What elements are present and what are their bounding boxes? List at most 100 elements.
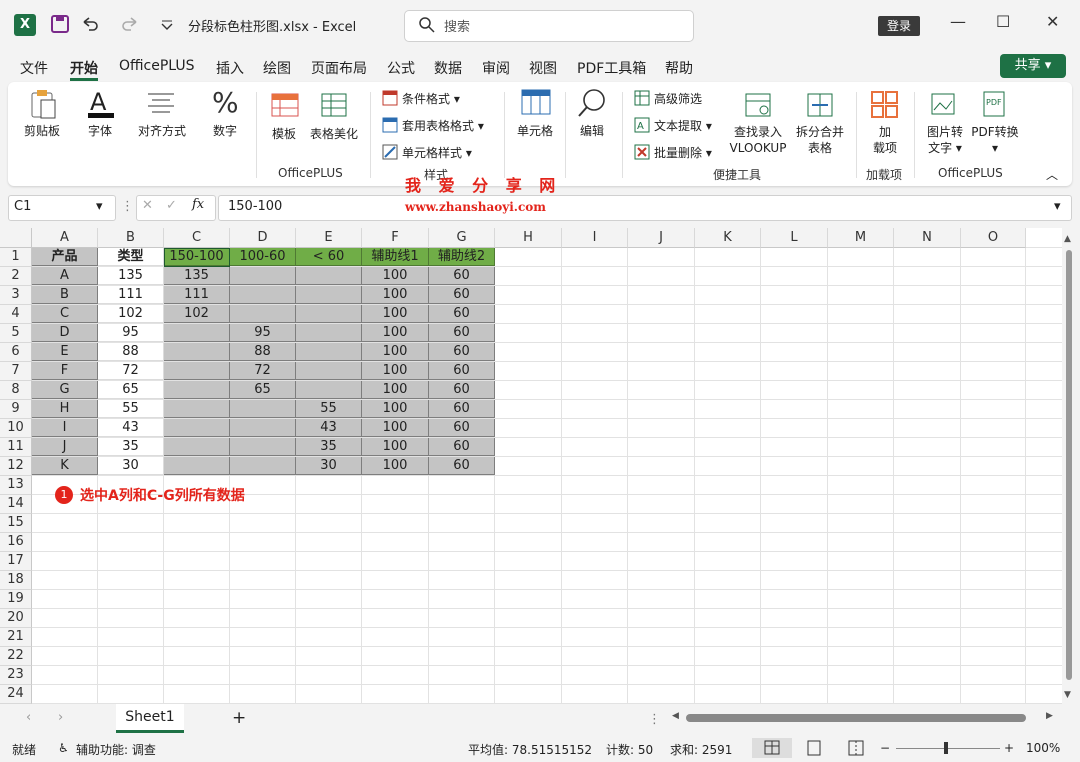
table-cell[interactable]: [230, 267, 296, 285]
chevron-down-icon[interactable]: ▾: [96, 199, 103, 214]
row-header[interactable]: 20: [0, 609, 32, 628]
table-cell[interactable]: 60: [429, 324, 495, 342]
column-header[interactable]: C: [164, 228, 230, 248]
row-header[interactable]: 15: [0, 514, 32, 533]
table-cell[interactable]: [230, 438, 296, 456]
table-cell[interactable]: [230, 457, 296, 475]
table-cell[interactable]: 100: [362, 286, 429, 304]
table-cell[interactable]: [164, 419, 230, 437]
advanced-filter-button[interactable]: 高级筛选: [654, 90, 702, 107]
row-header[interactable]: 24: [0, 685, 32, 704]
menu-page-layout[interactable]: 页面布局: [311, 58, 367, 78]
table-cell[interactable]: 55: [296, 400, 362, 418]
header-cell[interactable]: 产品: [32, 248, 98, 266]
header-cell[interactable]: 100-60: [230, 248, 296, 266]
table-cell[interactable]: 30: [98, 457, 164, 475]
sheet-tab-sheet1[interactable]: Sheet1: [116, 704, 184, 733]
table-cell[interactable]: 60: [429, 343, 495, 361]
column-header[interactable]: E: [296, 228, 362, 248]
zoom-level[interactable]: 100%: [1026, 741, 1060, 755]
column-header[interactable]: I: [562, 228, 628, 248]
table-cell[interactable]: 60: [429, 457, 495, 475]
undo-icon[interactable]: [80, 14, 100, 34]
table-cell[interactable]: J: [32, 438, 98, 456]
menu-help[interactable]: 帮助: [665, 58, 693, 78]
menu-officeplus[interactable]: OfficePLUS: [119, 58, 195, 74]
menu-insert[interactable]: 插入: [216, 58, 244, 78]
next-sheet-icon[interactable]: ›: [58, 710, 63, 725]
minimize-button[interactable]: —: [950, 12, 966, 31]
table-cell[interactable]: 60: [429, 267, 495, 285]
table-cell[interactable]: 43: [98, 419, 164, 437]
redo-icon[interactable]: [120, 14, 140, 34]
login-button[interactable]: 登录: [878, 16, 920, 36]
menu-draw[interactable]: 绘图: [263, 58, 291, 78]
table-cell[interactable]: 100: [362, 381, 429, 399]
table-cell[interactable]: [230, 286, 296, 304]
table-cell[interactable]: 95: [98, 324, 164, 342]
table-cell[interactable]: [230, 400, 296, 418]
row-header[interactable]: 13: [0, 476, 32, 495]
normal-view-icon[interactable]: [752, 738, 792, 758]
page-layout-view-icon[interactable]: [806, 740, 822, 760]
table-cell[interactable]: [230, 305, 296, 323]
table-cell[interactable]: 102: [164, 305, 230, 323]
horizontal-scrollbar[interactable]: [686, 714, 1026, 722]
conditional-format-button[interactable]: 条件格式 ▾: [402, 90, 460, 107]
column-header[interactable]: J: [628, 228, 695, 248]
number-button[interactable]: 数字: [205, 122, 245, 139]
cell-button[interactable]: 单元格: [512, 122, 558, 139]
table-cell[interactable]: 60: [429, 419, 495, 437]
accessibility-status[interactable]: 辅助功能: 调查: [76, 741, 156, 758]
table-cell[interactable]: 60: [429, 438, 495, 456]
row-header[interactable]: 21: [0, 628, 32, 647]
batch-delete-button[interactable]: 批量删除 ▾: [654, 144, 712, 161]
table-cell[interactable]: [230, 419, 296, 437]
table-cell[interactable]: D: [32, 324, 98, 342]
menu-pdf-toolbox[interactable]: PDF工具箱: [577, 58, 646, 78]
insert-function-button[interactable]: fx: [192, 197, 204, 212]
table-cell[interactable]: I: [32, 419, 98, 437]
table-cell[interactable]: [296, 343, 362, 361]
table-cell[interactable]: 55: [98, 400, 164, 418]
row-header[interactable]: 14: [0, 495, 32, 514]
table-cell[interactable]: H: [32, 400, 98, 418]
pdf-convert-button[interactable]: PDF转换 ▾: [968, 124, 1022, 156]
table-cell[interactable]: [164, 400, 230, 418]
table-format-button[interactable]: 套用表格格式 ▾: [402, 117, 484, 134]
menu-home[interactable]: 开始: [70, 58, 98, 81]
row-header[interactable]: 5: [0, 324, 32, 343]
row-header[interactable]: 16: [0, 533, 32, 552]
vertical-scrollbar[interactable]: [1066, 250, 1072, 680]
table-cell[interactable]: 100: [362, 324, 429, 342]
table-cell[interactable]: 72: [230, 362, 296, 380]
row-header[interactable]: 1: [0, 248, 32, 267]
table-cell[interactable]: 60: [429, 286, 495, 304]
save-icon[interactable]: [50, 14, 70, 34]
column-header[interactable]: G: [429, 228, 495, 248]
column-header[interactable]: L: [761, 228, 828, 248]
maximize-button[interactable]: ☐: [996, 12, 1010, 31]
menu-formulas[interactable]: 公式: [387, 58, 415, 78]
table-cell[interactable]: [296, 305, 362, 323]
header-cell[interactable]: 辅助线2: [429, 248, 495, 266]
column-header[interactable]: F: [362, 228, 429, 248]
row-header[interactable]: 3: [0, 286, 32, 305]
table-cell[interactable]: 111: [164, 286, 230, 304]
row-header[interactable]: 12: [0, 457, 32, 476]
table-cell[interactable]: F: [32, 362, 98, 380]
formula-input[interactable]: [218, 195, 1072, 221]
table-cell[interactable]: 35: [98, 438, 164, 456]
row-header[interactable]: 8: [0, 381, 32, 400]
header-cell[interactable]: 辅助线1: [362, 248, 429, 266]
table-cell[interactable]: 30: [296, 457, 362, 475]
menu-file[interactable]: 文件: [20, 58, 48, 78]
table-cell[interactable]: E: [32, 343, 98, 361]
table-cell[interactable]: 135: [164, 267, 230, 285]
picture-to-text-button[interactable]: 图片转 文字 ▾: [922, 124, 968, 156]
close-button[interactable]: ✕: [1046, 12, 1059, 31]
column-header[interactable]: N: [894, 228, 961, 248]
customize-toolbar-icon[interactable]: [160, 14, 180, 34]
row-header[interactable]: 10: [0, 419, 32, 438]
table-cell[interactable]: 60: [429, 381, 495, 399]
